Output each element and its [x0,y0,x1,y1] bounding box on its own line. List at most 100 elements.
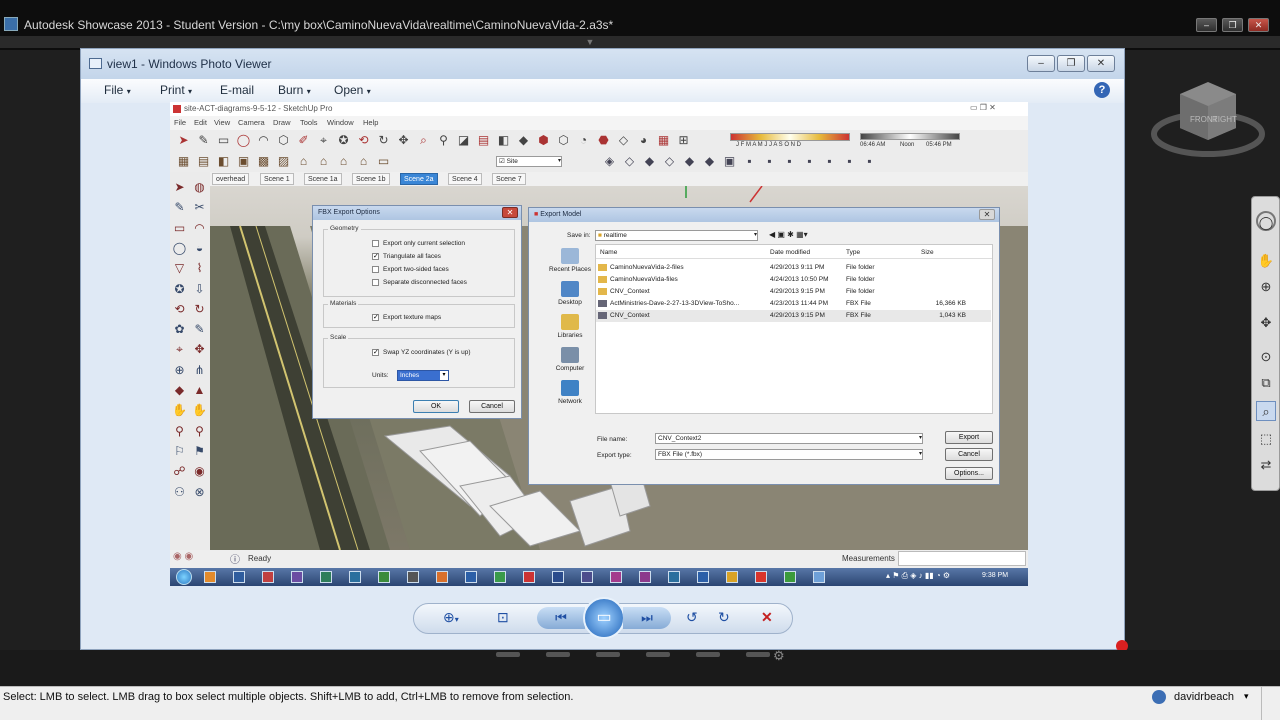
file-row[interactable]: ActMinistries-Dave-2-27-13-3DView-ToSho.… [596,298,991,310]
swap-yz-checkbox[interactable]: ✓ [372,349,379,356]
slideshow-button[interactable]: ▭ [583,597,625,639]
previous-button[interactable]: ⏮ [537,607,585,629]
view-tool-icon[interactable]: ⌂ [316,154,331,169]
left-tool-icon[interactable]: ✥ [192,342,207,357]
actual-size-icon[interactable]: ⊡ [497,609,509,626]
bottom-tray-item[interactable] [546,652,570,657]
bottom-tray-item[interactable] [646,652,670,657]
left-tool-icon[interactable]: ◯ [172,241,187,256]
pan-hand-icon[interactable]: ✋ [1256,251,1276,271]
zoom-window-icon[interactable]: ⌕ [1256,401,1276,421]
style-tool-icon[interactable]: ◇ [622,154,637,169]
scene-tab[interactable]: overhead [212,173,250,185]
menu-file[interactable]: File ▾ [104,83,131,97]
style-tool-icon[interactable]: ◆ [642,154,657,169]
taskbar-app-icon[interactable] [465,571,477,583]
main-tool-icon[interactable]: ⬣ [596,133,611,148]
view-tool-icon[interactable]: ▦ [176,154,191,169]
main-tool-icon[interactable]: ◧ [496,133,511,148]
su-menu-edit[interactable]: Edit [194,118,207,127]
zoom-icon[interactable]: ⊕ [1256,277,1276,297]
restore-button[interactable]: ❐ [1222,18,1243,32]
bottom-tray-item[interactable] [596,652,620,657]
scene-tab[interactable]: Scene 7 [492,173,526,185]
export-cancel-button[interactable]: Cancel [945,448,993,461]
rotate-cw-icon[interactable]: ↻ [718,609,730,626]
taskbar-app-icon[interactable] [407,571,419,583]
file-row[interactable]: CaminoNuevaVida-2-files 4/29/2013 9:11 PM… [596,262,991,274]
view-tool-icon[interactable]: ⌂ [336,154,351,169]
main-tool-icon[interactable]: ⬡ [556,133,571,148]
taskbar-app-icon[interactable] [552,571,564,583]
left-tool-icon[interactable]: ☍ [172,464,187,479]
left-tool-icon[interactable]: ⋔ [192,363,207,378]
col-type[interactable]: Type [846,249,860,256]
place-computer[interactable]: Computer [541,347,599,372]
pv-close-button[interactable]: ✕ [1087,55,1115,72]
fit-icon[interactable]: ⧉ [1256,373,1276,393]
left-tool-icon[interactable]: ✎ [172,200,187,215]
taskbar-app-icon[interactable] [726,571,738,583]
left-tool-icon[interactable]: ◉ [192,464,207,479]
bottom-tray-item[interactable] [696,652,720,657]
su-menu-tools[interactable]: Tools [300,118,318,127]
main-tool-icon[interactable]: ⊞ [676,133,691,148]
view-tool-icon[interactable]: ⌂ [356,154,371,169]
two-sided-checkbox[interactable] [372,266,379,273]
export-button[interactable]: Export [945,431,993,444]
main-tool-icon[interactable]: ◕ [636,133,651,148]
settings-icon[interactable]: ⚙ [773,648,785,664]
main-tool-icon[interactable]: ◪ [456,133,471,148]
su-menu-view[interactable]: View [214,118,230,127]
left-tool-icon[interactable]: ⌖ [172,342,187,357]
taskbar-app-icon[interactable] [494,571,506,583]
zoom-region-icon[interactable]: ⬚ [1256,429,1276,449]
left-tool-icon[interactable]: ⊗ [192,485,207,500]
save-in-dropdown[interactable]: ■ realtime ▾ [595,230,758,241]
col-size[interactable]: Size [921,249,934,256]
taskbar-app-icon[interactable] [523,571,535,583]
main-tool-icon[interactable]: ↻ [376,133,391,148]
style-tool-icon[interactable]: ◆ [702,154,717,169]
menu-email[interactable]: E-mail [220,83,254,97]
main-tool-icon[interactable]: ⬢ [536,133,551,148]
taskbar-app-icon[interactable] [291,571,303,583]
taskbar-app-icon[interactable] [610,571,622,583]
left-tool-icon[interactable]: ⚑ [192,444,207,459]
style-tool-icon[interactable]: ▪ [802,154,817,169]
user-dropdown-icon[interactable]: ▾ [1244,691,1249,702]
taskbar-app-icon[interactable] [784,571,796,583]
layer-dropdown[interactable]: ☑ Site ▾ [496,156,562,167]
delete-icon[interactable]: ✕ [761,609,773,626]
viewcube[interactable]: FRONT RIGHT [1150,74,1265,162]
pv-minimize-button[interactable]: – [1027,55,1055,72]
style-tool-icon[interactable]: ▪ [842,154,857,169]
scene-tab[interactable]: Scene 1 [260,173,294,185]
style-tool-icon[interactable]: ▣ [722,154,737,169]
rotate-ccw-icon[interactable]: ↺ [686,609,698,626]
main-tool-icon[interactable]: ◔ [576,133,591,148]
taskbar-app-icon[interactable] [320,571,332,583]
view-tool-icon[interactable]: ▣ [236,154,251,169]
main-tool-icon[interactable]: ⌖ [316,133,331,148]
main-tool-icon[interactable]: ⟲ [356,133,371,148]
left-tool-icon[interactable]: ▲ [192,383,207,398]
main-tool-icon[interactable]: ◯ [236,133,251,148]
fbx-close-button[interactable]: ✕ [502,207,518,218]
taskbar-app-icon[interactable] [349,571,361,583]
left-tool-icon[interactable]: ◠ [192,221,207,236]
scene-tab[interactable]: Scene 4 [448,173,482,185]
main-tool-icon[interactable]: ◠ [256,133,271,148]
style-tool-icon[interactable]: ▪ [822,154,837,169]
main-tool-icon[interactable]: ⌕ [416,133,431,148]
su-menu-window[interactable]: Window [327,118,354,127]
col-date[interactable]: Date modified [770,249,810,256]
folder-nav-icons[interactable]: ◀ ▣ ✱ ▦▾ [769,230,808,239]
view-tool-icon[interactable]: ▤ [196,154,211,169]
export-type-select[interactable]: FBX File (*.fbx) ▾ [655,449,923,460]
taskbar-app-icon[interactable] [436,571,448,583]
su-menu-draw[interactable]: Draw [273,118,291,127]
main-tool-icon[interactable]: ✪ [336,133,351,148]
left-tool-icon[interactable]: ⚲ [192,424,207,439]
sketchup-window-controls[interactable]: ▭ ❐ ✕ [970,103,996,112]
